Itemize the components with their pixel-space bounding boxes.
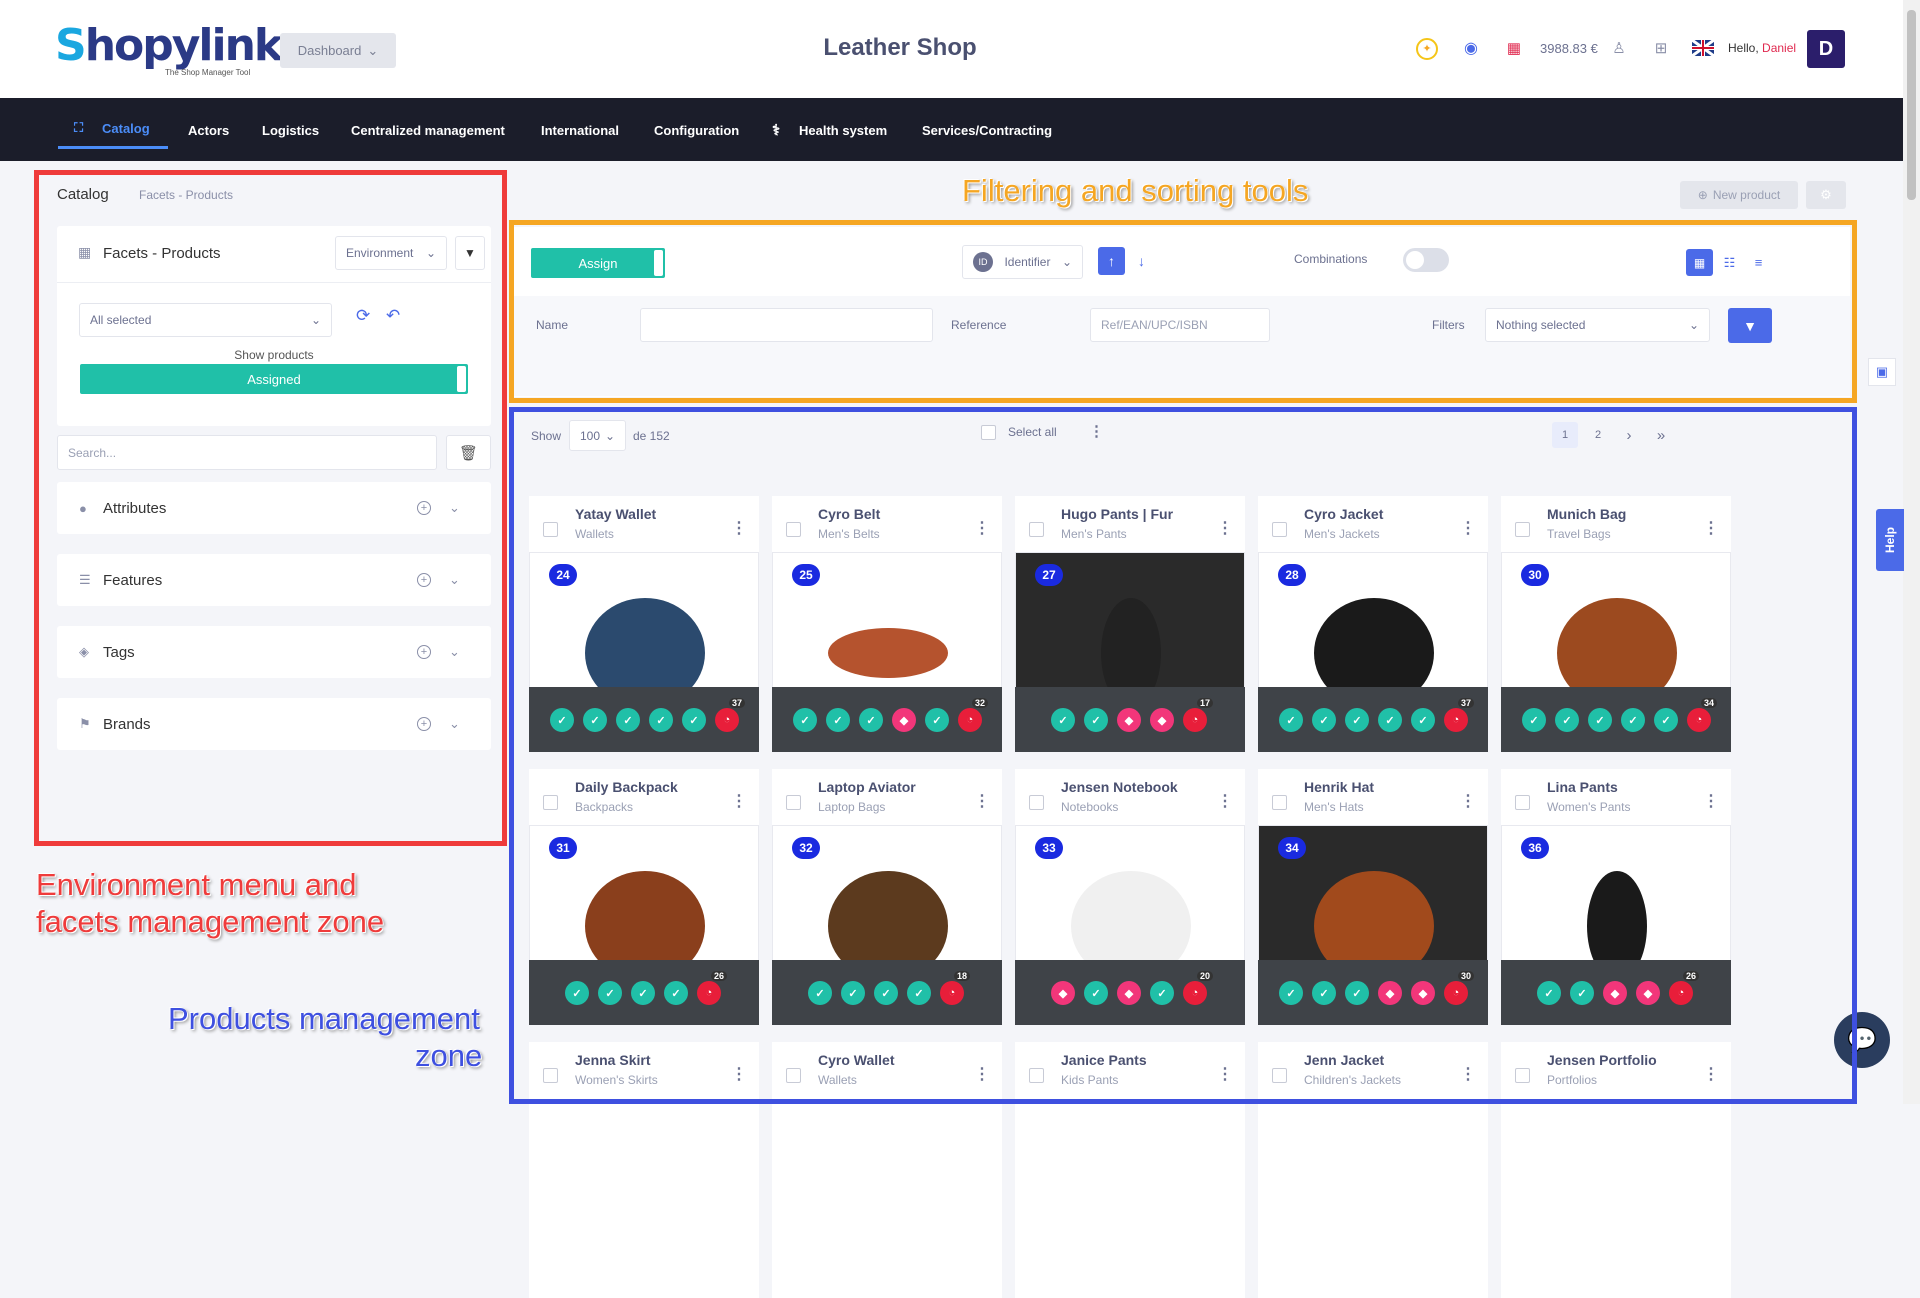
nav-services-contracting[interactable]: Services/Contracting [922, 123, 1052, 138]
settings-icon[interactable]: ⚙ [1806, 181, 1846, 209]
balance-amount: 3988.83 € [1540, 41, 1598, 56]
filter-zone-outline [509, 220, 1857, 403]
env-zone-annotation-line1: Environment menu and [36, 867, 357, 902]
shop-title: Leather Shop [823, 34, 977, 61]
help-label: Help [1882, 526, 1897, 554]
products-zone-annotation-line2: zone [415, 1038, 483, 1073]
dashboard-dropdown[interactable]: Dashboard ⌄ [280, 33, 396, 68]
nav-health-system[interactable]: Health system [799, 123, 887, 138]
scrollbar-thumb[interactable] [1907, 10, 1916, 200]
env-zone-annotation-line2: facets management zone [36, 904, 385, 939]
nav-catalog[interactable]: Catalog [102, 121, 150, 136]
facets-zone-outline [34, 170, 507, 846]
grid-color-icon[interactable]: ▦ [1503, 38, 1525, 60]
filter-zone-annotation: Filtering and sorting tools [962, 173, 1309, 208]
layout-icon[interactable]: ⊞ [1650, 38, 1672, 60]
nav-logistics[interactable]: Logistics [262, 123, 319, 138]
products-zone-outline [509, 407, 1857, 1104]
avatar[interactable]: D [1807, 30, 1845, 68]
hello-label: Hello, [1728, 41, 1759, 55]
plus-circle-icon: ⊕ [1697, 188, 1708, 202]
chevron-down-icon: ⌄ [367, 42, 379, 58]
products-zone-annotation-line1: Products management [168, 1001, 480, 1036]
nav-centralized-management[interactable]: Centralized management [351, 123, 505, 138]
logo-tagline: The Shop Manager Tool [165, 68, 251, 77]
wallet-icon[interactable]: ♙ [1608, 38, 1630, 60]
nav-international[interactable]: International [541, 123, 619, 138]
uk-flag-icon[interactable] [1692, 40, 1714, 56]
user-greeting: Hello, Daniel [1728, 41, 1796, 55]
nav-actors[interactable]: Actors [188, 123, 229, 138]
dashboard-label: Dashboard [297, 43, 362, 58]
health-icon: ⚕ [772, 122, 781, 139]
catalog-icon: ⛶ [74, 120, 84, 135]
side-panel-icon[interactable]: ▣ [1868, 358, 1896, 386]
new-product-label: New product [1712, 188, 1781, 202]
nav-active-indicator [58, 146, 168, 149]
user-name[interactable]: Daniel [1762, 41, 1796, 55]
new-product-button[interactable]: ⊕ New product [1680, 181, 1798, 209]
nav-configuration[interactable]: Configuration [654, 123, 739, 138]
coin-icon[interactable]: ✦ [1416, 38, 1438, 60]
help-tab[interactable]: Help [1876, 509, 1904, 571]
globe-icon[interactable]: ◉ [1460, 38, 1482, 60]
